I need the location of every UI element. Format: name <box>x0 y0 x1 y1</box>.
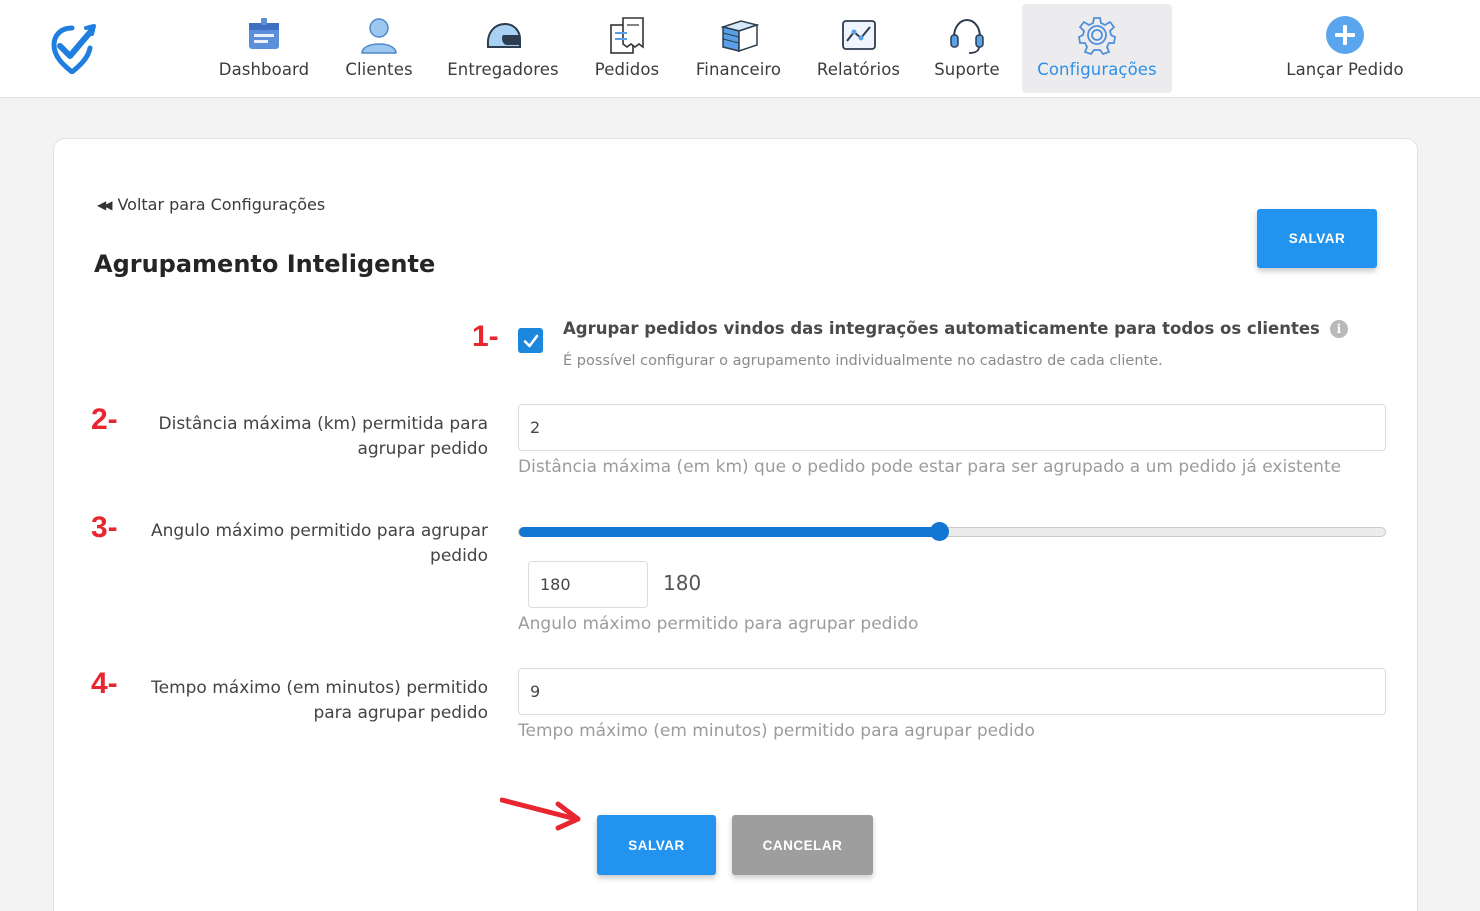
nav-label: Lançar Pedido <box>1286 60 1404 79</box>
plus-circle-icon <box>1324 14 1366 56</box>
nav-item-configuracoes[interactable]: Configurações <box>1022 4 1172 93</box>
max-distance-label-line2: agrupar pedido <box>357 439 488 459</box>
double-chevron-left-icon: ◀◀ <box>97 197 113 212</box>
cancel-button[interactable]: CANCELAR <box>732 815 873 875</box>
annotation-marker-4: 4- <box>91 667 118 700</box>
headset-icon <box>946 14 988 56</box>
money-stack-icon <box>718 14 760 56</box>
max-time-input[interactable]: 9 <box>518 668 1386 715</box>
nav-item-dashboard[interactable]: Dashboard <box>208 4 320 93</box>
max-angle-slider-thumb[interactable] <box>930 522 949 541</box>
annotation-marker-3: 3- <box>91 511 118 544</box>
receipt-icon <box>606 14 648 56</box>
auto-group-help: É possível configurar o agrupamento indi… <box>563 353 1163 369</box>
dashboard-icon <box>243 14 285 56</box>
max-distance-label: Distância máxima (km) permitida para agr… <box>159 412 488 462</box>
nav-label: Relatórios <box>816 60 901 79</box>
nav-label: Clientes <box>345 60 413 79</box>
auto-group-checkbox[interactable] <box>518 328 543 353</box>
max-distance-label-line1: Distância máxima (km) permitida para <box>158 414 488 434</box>
nav-label: Suporte <box>934 60 1000 79</box>
page-title: Agrupamento Inteligente <box>94 250 436 278</box>
max-time-label: Tempo máximo (em minutos) permitido para… <box>151 676 488 726</box>
max-angle-display-value: 180 <box>663 571 702 595</box>
max-angle-help: Angulo máximo permitido para agrupar ped… <box>518 614 919 634</box>
nav-label: Configurações <box>1037 60 1157 79</box>
max-distance-help: Distância máxima (em km) que o pedido po… <box>518 457 1342 477</box>
nav-label: Dashboard <box>218 60 310 79</box>
back-to-settings-link[interactable]: ◀◀ Voltar para Configurações <box>97 195 325 214</box>
nav-label: Financeiro <box>695 60 782 79</box>
info-icon[interactable]: i <box>1329 319 1348 338</box>
nav-label: Pedidos <box>594 60 660 79</box>
max-angle-slider-fill <box>519 527 940 537</box>
max-time-label-line1: Tempo máximo (em minutos) permitido <box>151 678 488 698</box>
logo-icon[interactable] <box>50 22 98 76</box>
annotation-marker-2: 2- <box>91 403 118 436</box>
max-angle-label-line1: Angulo máximo permitido para agrupar <box>150 521 488 541</box>
nav-item-clientes[interactable]: Clientes <box>333 4 425 93</box>
max-time-label-line2: para agrupar pedido <box>313 703 488 723</box>
user-icon <box>358 14 400 56</box>
max-angle-input[interactable]: 180 <box>528 561 648 608</box>
max-angle-slider-track[interactable] <box>518 527 1386 537</box>
back-link-label: Voltar para Configurações <box>117 195 326 214</box>
gear-icon <box>1076 14 1118 56</box>
max-angle-label: Angulo máximo permitido para agrupar ped… <box>151 519 488 569</box>
nav-item-pedidos[interactable]: Pedidos <box>585 4 669 93</box>
save-button[interactable]: SALVAR <box>597 815 716 875</box>
nav-item-suporte[interactable]: Suporte <box>925 4 1009 93</box>
annotation-marker-1: 1- <box>472 320 499 353</box>
max-time-help: Tempo máximo (em minutos) permitido para… <box>518 721 1035 741</box>
max-angle-label-line2: pedido <box>430 546 488 566</box>
nav-item-financeiro[interactable]: Financeiro <box>687 4 790 93</box>
red-arrow-annotation-icon <box>500 797 581 831</box>
auto-group-label-row: Agrupar pedidos vindos das integrações a… <box>563 319 1348 338</box>
top-navbar: Dashboard Clientes Entregadores Pedidos … <box>0 0 1480 98</box>
nav-item-lancar-pedido[interactable]: Lançar Pedido <box>1272 4 1418 93</box>
auto-group-label: Agrupar pedidos vindos das integrações a… <box>563 319 1320 338</box>
nav-item-entregadores[interactable]: Entregadores <box>439 4 567 93</box>
max-distance-input[interactable]: 2 <box>518 404 1386 451</box>
nav-item-relatorios[interactable]: Relatórios <box>807 4 910 93</box>
save-button-top[interactable]: SALVAR <box>1257 209 1377 268</box>
helmet-icon <box>482 14 524 56</box>
chart-icon <box>838 14 880 56</box>
nav-label: Entregadores <box>447 60 559 79</box>
check-icon <box>523 334 538 347</box>
